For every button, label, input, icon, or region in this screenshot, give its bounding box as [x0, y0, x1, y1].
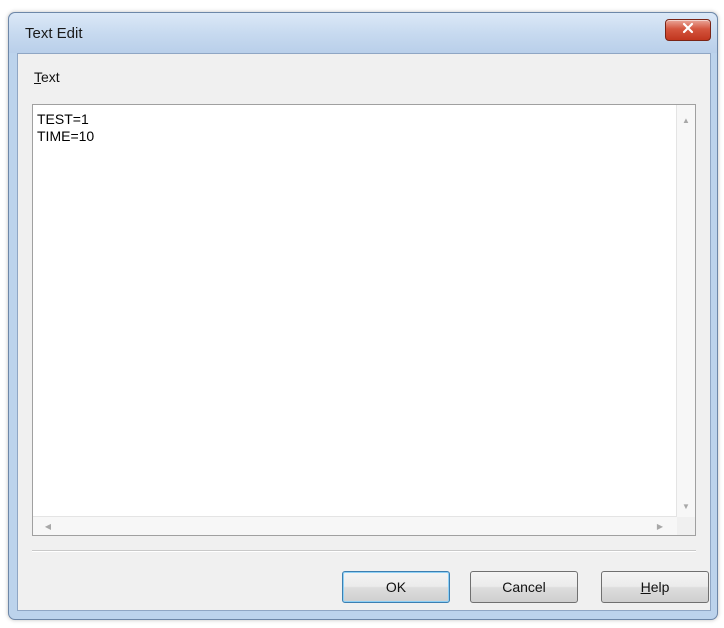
help-button-label-rest: elp	[650, 579, 670, 595]
title-bar[interactable]: Text Edit	[9, 13, 717, 53]
dialog-title: Text Edit	[25, 25, 83, 42]
scroll-down-arrow-icon[interactable]: ▼	[677, 497, 695, 515]
text-edit-dialog: Text Edit Text TEST=1 TIME=10 ▲ ▼ ◀ ▶ OK…	[8, 12, 718, 620]
help-button[interactable]: Help	[601, 571, 709, 603]
button-separator	[32, 550, 696, 552]
scroll-left-arrow-icon[interactable]: ◀	[39, 517, 57, 535]
close-button[interactable]	[665, 19, 711, 41]
horizontal-scrollbar[interactable]: ◀ ▶	[33, 516, 677, 535]
scrollbar-corner	[677, 517, 695, 535]
text-editor[interactable]: TEST=1 TIME=10 ▲ ▼ ◀ ▶	[32, 104, 696, 536]
vertical-scrollbar[interactable]: ▲ ▼	[676, 105, 695, 517]
dialog-body: Text TEST=1 TIME=10 ▲ ▼ ◀ ▶ OK Cancel He…	[17, 53, 711, 611]
ok-button[interactable]: OK	[342, 571, 450, 603]
cancel-button[interactable]: Cancel	[470, 571, 578, 603]
close-icon	[681, 21, 695, 39]
help-button-mnemonic: H	[640, 579, 651, 595]
scroll-right-arrow-icon[interactable]: ▶	[651, 517, 669, 535]
text-label-mnemonic: T	[34, 69, 41, 85]
text-label-rest: ext	[41, 69, 60, 85]
text-field-label: Text	[34, 69, 60, 85]
scroll-up-arrow-icon[interactable]: ▲	[677, 111, 695, 129]
text-editor-input[interactable]: TEST=1 TIME=10	[37, 111, 673, 511]
